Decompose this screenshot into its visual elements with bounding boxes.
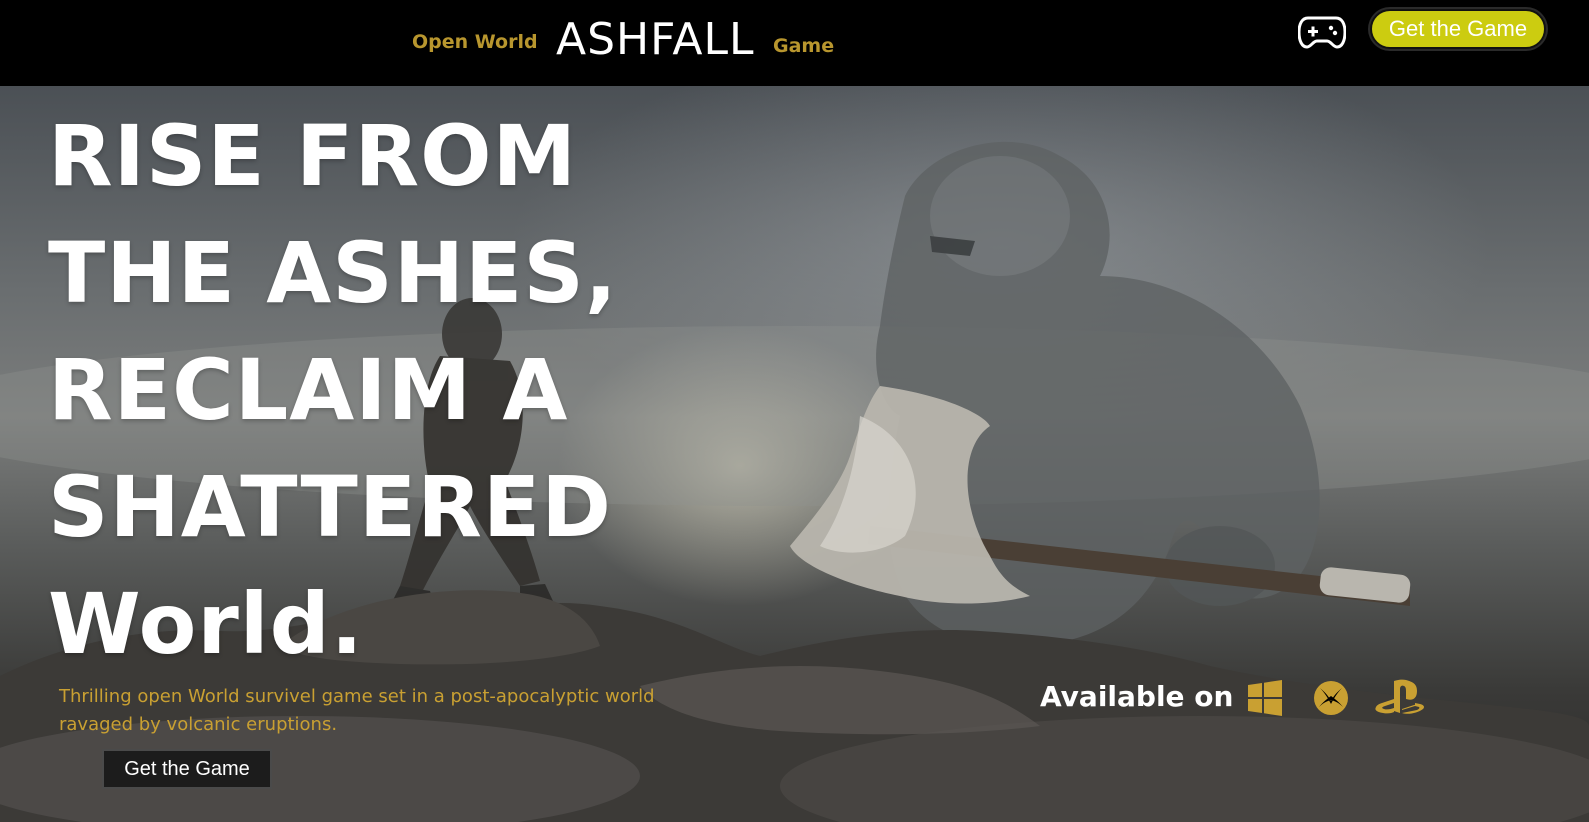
brand-logo-text[interactable]: ASHFALL <box>556 14 755 65</box>
nav-get-game-button[interactable]: Get the Game <box>1370 9 1546 49</box>
nav-link-open-world[interactable]: Open World <box>412 31 538 53</box>
hero-tagline: Thrilling open World survivel game set i… <box>59 686 655 735</box>
playstation-icon[interactable] <box>1374 679 1426 717</box>
top-navbar: Open World ASHFALL Game Get the Game <box>0 0 1589 86</box>
nav-link-game[interactable]: Game <box>773 35 834 57</box>
xbox-icon[interactable] <box>1312 679 1350 717</box>
available-on-label: Available on <box>1040 680 1234 713</box>
hero-get-game-button[interactable]: Get the Game <box>102 749 272 789</box>
windows-icon[interactable] <box>1246 679 1284 717</box>
gamepad-icon[interactable] <box>1298 14 1346 50</box>
hero-headline: RISE FROM THE ASHES, RECLAIM A SHATTERED… <box>48 107 618 673</box>
